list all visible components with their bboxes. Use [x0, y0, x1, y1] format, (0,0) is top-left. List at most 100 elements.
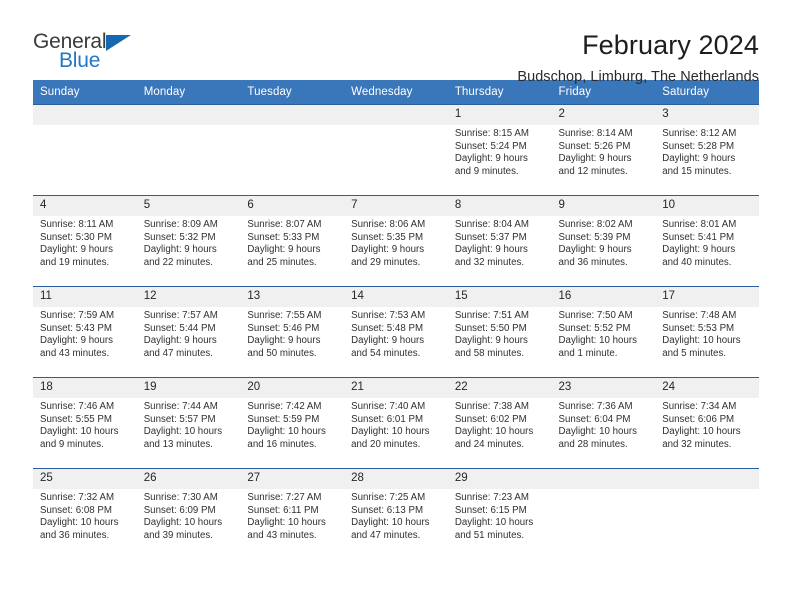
day-number: 11: [33, 287, 137, 307]
daylight-text: Daylight: 10 hours and 13 minutes.: [143, 426, 223, 450]
day-details: Sunrise: 7:38 AM Sunset: 6:02 PM Daylight:…: [448, 398, 552, 451]
sunrise-text: Sunrise: 7:44 AM: [143, 401, 218, 412]
day-number: 15: [447, 287, 552, 307]
calendar-day-cell[interactable]: 12 Sunrise: 7:57 AM Sunset: 5:44 PM Dayligh…: [136, 286, 241, 378]
page-subtitle: Budschop, Limburg, The Netherlands: [517, 69, 759, 85]
day-cell-inner: 12 Sunrise: 7:57 AM Sunset: 5:44 PM Dayligh…: [136, 287, 241, 377]
calendar-day-cell[interactable]: 3 Sunrise: 8:12 AM Sunset: 5:28 PM Daylight…: [655, 104, 759, 196]
sunrise-text: Sunrise: 7:23 AM: [454, 492, 529, 503]
daylight-text: Daylight: 10 hours and 9 minutes.: [40, 426, 119, 450]
day-number: [655, 469, 759, 489]
calendar-day-cell[interactable]: 26 Sunrise: 7:30 AM Sunset: 6:09 PM Dayligh…: [136, 468, 241, 559]
day-cell-inner: 5 Sunrise: 8:09 AM Sunset: 5:32 PM Daylight…: [136, 196, 241, 286]
calendar-day-cell-empty: [33, 104, 137, 196]
sunrise-text: Sunrise: 8:09 AM: [143, 219, 218, 230]
calendar-day-cell[interactable]: 27 Sunrise: 7:27 AM Sunset: 6:11 PM Dayligh…: [240, 468, 345, 559]
day-details: Sunrise: 8:07 AM Sunset: 5:33 PM Daylight:…: [240, 216, 344, 269]
day-cell-inner: 20 Sunrise: 7:42 AM Sunset: 5:59 PM Dayligh…: [240, 378, 345, 468]
calendar-day-cell[interactable]: 14 Sunrise: 7:53 AM Sunset: 5:48 PM Dayligh…: [344, 286, 448, 378]
calendar-day-cell[interactable]: 4 Sunrise: 8:11 AM Sunset: 5:30 PM Daylight…: [33, 195, 137, 287]
day-details: Sunrise: 7:42 AM Sunset: 5:59 PM Daylight:…: [240, 398, 344, 451]
blue-triangle-icon: [106, 35, 131, 51]
logo-text-blue: Blue: [59, 49, 101, 72]
day-number: 9: [551, 196, 656, 216]
calendar-day-cell[interactable]: 5 Sunrise: 8:09 AM Sunset: 5:32 PM Daylight…: [136, 195, 241, 287]
sunset-text: Sunset: 5:53 PM: [662, 322, 735, 334]
day-details: Sunrise: 7:25 AM Sunset: 6:13 PM Daylight:…: [344, 489, 448, 542]
calendar-day-cell[interactable]: 9 Sunrise: 8:02 AM Sunset: 5:39 PM Daylight…: [551, 195, 656, 287]
day-cell-inner: 13 Sunrise: 7:55 AM Sunset: 5:46 PM Dayligh…: [240, 287, 345, 377]
sunset-text: Sunset: 6:04 PM: [558, 413, 631, 425]
sunset-text: Sunset: 6:02 PM: [454, 413, 527, 425]
daylight-text: Daylight: 10 hours and 20 minutes.: [351, 426, 430, 450]
day-cell-inner: 2 Sunrise: 8:14 AM Sunset: 5:26 PM Daylight…: [551, 105, 656, 195]
sunrise-text: Sunrise: 7:51 AM: [454, 310, 529, 321]
day-number: 3: [655, 105, 759, 125]
calendar-day-cell[interactable]: 7 Sunrise: 8:06 AM Sunset: 5:35 PM Daylight…: [344, 195, 448, 287]
calendar-day-cell[interactable]: 17 Sunrise: 7:48 AM Sunset: 5:53 PM Dayligh…: [655, 286, 759, 378]
calendar-day-cell[interactable]: 29 Sunrise: 7:23 AM Sunset: 6:15 PM Dayligh…: [447, 468, 552, 559]
calendar-day-cell[interactable]: 15 Sunrise: 7:51 AM Sunset: 5:50 PM Dayligh…: [447, 286, 552, 378]
calendar-day-cell[interactable]: 20 Sunrise: 7:42 AM Sunset: 5:59 PM Dayligh…: [240, 377, 345, 469]
day-cell-inner: 29 Sunrise: 7:23 AM Sunset: 6:15 PM Dayligh…: [447, 469, 552, 559]
calendar-day-cell[interactable]: 11 Sunrise: 7:59 AM Sunset: 5:43 PM Dayligh…: [33, 286, 137, 378]
calendar-week-row: 4 Sunrise: 8:11 AM Sunset: 5:30 PM Daylight…: [33, 195, 759, 287]
day-details: Sunrise: 7:27 AM Sunset: 6:11 PM Daylight:…: [240, 489, 344, 542]
day-cell-inner: 11 Sunrise: 7:59 AM Sunset: 5:43 PM Dayligh…: [33, 287, 137, 377]
calendar-day-cell[interactable]: 10 Sunrise: 8:01 AM Sunset: 5:41 PM Dayligh…: [655, 195, 759, 287]
day-number: 5: [136, 196, 241, 216]
calendar-day-cell[interactable]: 23 Sunrise: 7:36 AM Sunset: 6:04 PM Dayligh…: [551, 377, 656, 469]
calendar-day-cell[interactable]: 2 Sunrise: 8:14 AM Sunset: 5:26 PM Daylight…: [551, 104, 656, 196]
calendar-day-cell[interactable]: 18 Sunrise: 7:46 AM Sunset: 5:55 PM Dayligh…: [33, 377, 137, 469]
calendar-day-cell[interactable]: 22 Sunrise: 7:38 AM Sunset: 6:02 PM Dayligh…: [447, 377, 552, 469]
calendar-day-cell[interactable]: 24 Sunrise: 7:34 AM Sunset: 6:06 PM Dayligh…: [655, 377, 759, 469]
calendar-day-cell[interactable]: 6 Sunrise: 8:07 AM Sunset: 5:33 PM Daylight…: [240, 195, 345, 287]
sunrise-text: Sunrise: 7:59 AM: [40, 310, 115, 321]
sunrise-text: Sunrise: 8:15 AM: [454, 128, 529, 139]
daylight-text: Daylight: 10 hours and 28 minutes.: [558, 426, 637, 450]
daylight-text: Daylight: 10 hours and 47 minutes.: [351, 517, 430, 541]
daylight-text: Daylight: 9 hours and 22 minutes.: [143, 244, 217, 268]
daylight-text: Daylight: 9 hours and 25 minutes.: [247, 244, 321, 268]
day-cell-inner: 25 Sunrise: 7:32 AM Sunset: 6:08 PM Dayligh…: [33, 469, 137, 559]
daylight-text: Daylight: 10 hours and 5 minutes.: [662, 335, 741, 359]
day-number: 7: [344, 196, 448, 216]
calendar-day-cell-empty: [240, 104, 345, 196]
sunset-text: Sunset: 5:37 PM: [454, 231, 527, 243]
sunset-text: Sunset: 5:57 PM: [143, 413, 216, 425]
day-number: 21: [344, 378, 448, 398]
calendar-week-row: 18 Sunrise: 7:46 AM Sunset: 5:55 PM Dayligh…: [33, 377, 759, 469]
sunrise-text: Sunrise: 8:02 AM: [558, 219, 633, 230]
calendar-day-cell[interactable]: 13 Sunrise: 7:55 AM Sunset: 5:46 PM Dayligh…: [240, 286, 345, 378]
daylight-text: Daylight: 9 hours and 29 minutes.: [351, 244, 425, 268]
calendar-day-cell[interactable]: 28 Sunrise: 7:25 AM Sunset: 6:13 PM Dayligh…: [344, 468, 448, 559]
sunrise-text: Sunrise: 7:25 AM: [351, 492, 426, 503]
sunset-text: Sunset: 5:28 PM: [662, 140, 735, 152]
sunset-text: Sunset: 5:43 PM: [40, 322, 112, 334]
day-cell-inner: 21 Sunrise: 7:40 AM Sunset: 6:01 PM Dayligh…: [344, 378, 448, 468]
daylight-text: Daylight: 9 hours and 43 minutes.: [40, 335, 114, 359]
calendar-day-cell[interactable]: 19 Sunrise: 7:44 AM Sunset: 5:57 PM Dayligh…: [136, 377, 241, 469]
calendar-day-cell[interactable]: 16 Sunrise: 7:50 AM Sunset: 5:52 PM Dayligh…: [551, 286, 656, 378]
sunrise-text: Sunrise: 8:04 AM: [454, 219, 529, 230]
calendar-day-cell[interactable]: 8 Sunrise: 8:04 AM Sunset: 5:37 PM Daylight…: [447, 195, 552, 287]
calendar-day-cell[interactable]: 21 Sunrise: 7:40 AM Sunset: 6:01 PM Dayligh…: [344, 377, 448, 469]
calendar-day-cell[interactable]: 25 Sunrise: 7:32 AM Sunset: 6:08 PM Dayligh…: [33, 468, 137, 559]
sunrise-text: Sunrise: 7:48 AM: [662, 310, 737, 321]
day-number: 25: [33, 469, 137, 489]
calendar-day-cell[interactable]: 1 Sunrise: 8:15 AM Sunset: 5:24 PM Daylight…: [447, 104, 552, 196]
sunrise-text: Sunrise: 7:42 AM: [247, 401, 322, 412]
day-cell-inner: 19 Sunrise: 7:44 AM Sunset: 5:57 PM Dayligh…: [136, 378, 241, 468]
day-cell-inner: [551, 469, 656, 559]
sunset-text: Sunset: 6:01 PM: [351, 413, 424, 425]
sunrise-text: Sunrise: 8:14 AM: [558, 128, 633, 139]
calendar-week-row: 1 Sunrise: 8:15 AM Sunset: 5:24 PM Daylight…: [33, 104, 759, 196]
daylight-text: Daylight: 9 hours and 32 minutes.: [454, 244, 528, 268]
sunset-text: Sunset: 6:09 PM: [143, 504, 216, 516]
daylight-text: Daylight: 9 hours and 19 minutes.: [40, 244, 114, 268]
sunrise-text: Sunrise: 7:36 AM: [558, 401, 633, 412]
sunset-text: Sunset: 5:32 PM: [143, 231, 216, 243]
sunset-text: Sunset: 5:55 PM: [40, 413, 112, 425]
day-details: Sunrise: 8:12 AM Sunset: 5:28 PM Daylight:…: [655, 125, 759, 178]
day-number: 16: [551, 287, 656, 307]
